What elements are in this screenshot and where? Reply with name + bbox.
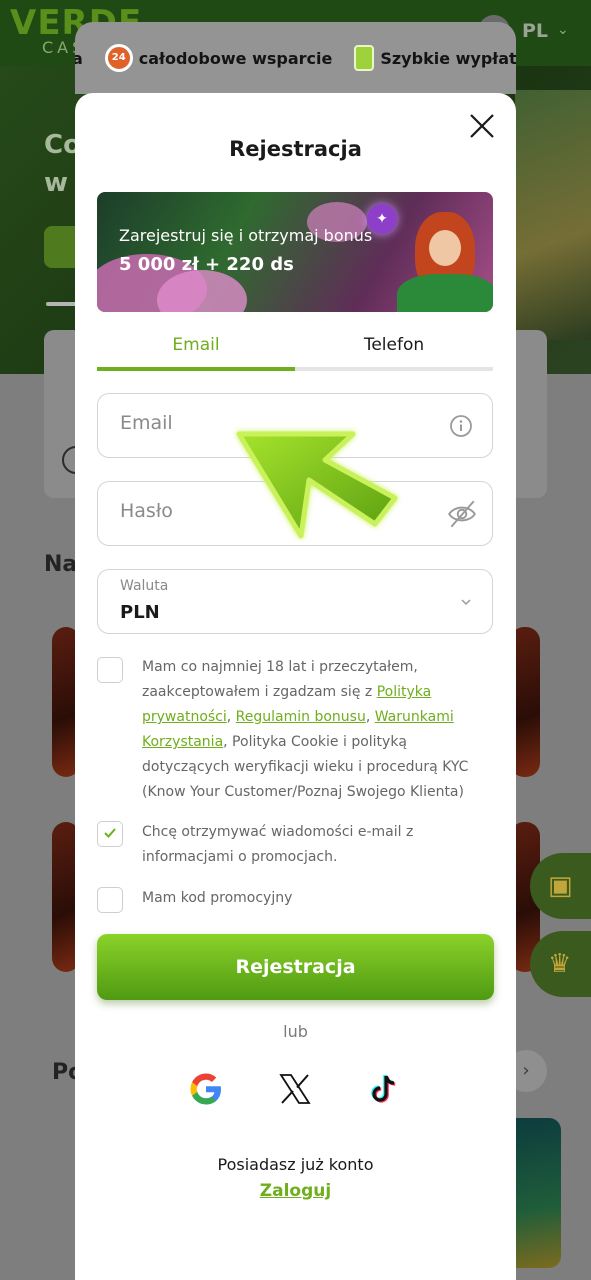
chevron-down-icon: ⌄ — [557, 22, 569, 38]
promo-code-text: Mam kod promocyjny — [142, 890, 293, 906]
section-heading: Na — [44, 552, 78, 577]
info-icon[interactable] — [448, 413, 474, 439]
newsletter-checkbox[interactable] — [97, 821, 123, 847]
have-account-text: Posiadasz już konto — [217, 1155, 374, 1174]
feature-item: 24 całodobowe wsparcie — [104, 44, 333, 72]
registration-modal: Rejestracja ✦ Zarejestruj się i otrzymaj… — [75, 93, 516, 1280]
hero-artwork — [515, 90, 591, 340]
bonus-text: Zarejestruj się i otrzymaj bonus — [119, 226, 373, 245]
password-input[interactable] — [120, 500, 420, 522]
language-selector: PL — [522, 20, 549, 42]
feature-label: całodobowe wsparcie — [138, 48, 333, 68]
features-strip: cja 24 całodobowe wsparcie Szybkie wypła… — [75, 22, 516, 94]
login-link[interactable]: Zaloguj — [75, 1181, 516, 1201]
tab-phone[interactable]: Telefon — [295, 327, 493, 367]
elf-face — [429, 230, 461, 266]
cash-icon — [354, 45, 375, 71]
feature-label: cja — [75, 48, 83, 68]
terms-separator: , — [365, 709, 375, 725]
bonus-amount: 5 000 zł + 220 ds — [119, 254, 294, 275]
terms-separator: , — [226, 709, 236, 725]
checkmark-icon — [104, 828, 116, 838]
treasure-chest-icon: ▣ — [530, 853, 591, 919]
currency-label: Waluta — [120, 578, 169, 594]
promo-code-checkbox[interactable] — [97, 887, 123, 913]
support-24-icon: 24 — [104, 44, 133, 72]
bonus-banner: ✦ Zarejestruj się i otrzymaj bonus 5 000… — [97, 192, 493, 312]
trophy-icon: ♛ — [530, 931, 591, 997]
password-field — [97, 481, 493, 546]
bonus-rules-link[interactable]: Regulamin bonusu — [236, 709, 366, 725]
modal-title: Rejestracja — [229, 137, 362, 161]
tab-email[interactable]: Email — [97, 327, 295, 371]
registration-tabs: Email Telefon — [97, 327, 493, 371]
google-icon[interactable] — [188, 1071, 224, 1107]
newsletter-text: Chcę otrzymywać wiadomości e-mail z info… — [142, 824, 414, 865]
currency-select[interactable]: Waluta PLN — [97, 569, 493, 634]
terms-text: Mam co najmniej 18 lat i przeczytałem, z… — [142, 655, 498, 805]
currency-value: PLN — [120, 602, 160, 623]
chevron-down-icon — [461, 599, 471, 606]
eye-off-icon[interactable] — [446, 498, 478, 530]
terms-checkbox[interactable] — [97, 657, 123, 683]
tiktok-icon[interactable] — [366, 1071, 402, 1107]
feature-item: cja — [75, 49, 83, 68]
feature-item: Szybkie wypłat — [354, 45, 516, 71]
email-field — [97, 393, 493, 458]
x-icon[interactable] — [277, 1071, 313, 1107]
elf-body — [397, 274, 493, 312]
feature-label: Szybkie wypłat — [380, 48, 516, 68]
or-divider-text: lub — [283, 1022, 308, 1041]
register-button[interactable]: Rejestracja — [97, 934, 494, 1000]
email-input[interactable] — [120, 412, 420, 434]
